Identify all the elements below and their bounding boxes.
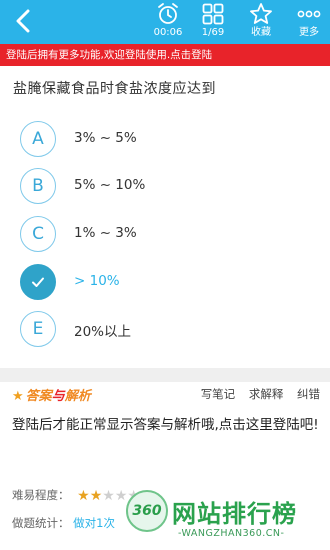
difficulty-row: 难易程度： ★★★★★ [12, 487, 140, 504]
write-note-link[interactable]: 写笔记 [201, 387, 236, 401]
option-a[interactable]: A 3% ~ 5% [20, 121, 320, 161]
star-filled-icon: ★ [77, 488, 90, 504]
back-button[interactable] [8, 6, 38, 36]
option-d[interactable]: > 10% [20, 264, 320, 304]
stats-row: 做题统计： 做对1次 [12, 515, 115, 531]
favorite-button[interactable]: 收藏 [237, 2, 285, 42]
difficulty-label: 难易程度： [12, 488, 70, 502]
watermark-title: 网站排行榜 [172, 500, 297, 528]
option-text-c: 1% ~ 3% [74, 225, 137, 241]
timer-button[interactable]: 00:06 [144, 2, 192, 42]
option-text-a: 3% ~ 5% [74, 130, 137, 146]
option-c[interactable]: C 1% ~ 3% [20, 216, 320, 256]
answer-title-part: 答案 [25, 389, 52, 404]
option-b[interactable]: B 5% ~ 10% [20, 168, 320, 208]
answer-header: ★ 答案与解析 写笔记 求解释 纠错 [0, 382, 330, 408]
star-empty-icon: ★ [102, 488, 115, 504]
stats-label: 做题统计： [12, 516, 70, 530]
login-banner[interactable]: 登陆后拥有更多功能,欢迎登陆使用.点击登陆 [0, 44, 330, 66]
option-text-b: 5% ~ 10% [74, 177, 146, 193]
section-divider [0, 368, 330, 382]
option-letter-e: E [20, 311, 56, 347]
question-index-button[interactable]: 1/69 [189, 2, 237, 42]
watermark-badge: 360 [126, 490, 168, 532]
option-text-e: 20%以上 [74, 324, 132, 340]
option-letter-b: B [20, 168, 56, 204]
star-icon [250, 3, 272, 24]
report-error-link[interactable]: 纠错 [297, 387, 320, 401]
answer-title-and: 与 [51, 389, 65, 404]
star-empty-icon: ★ [114, 488, 128, 504]
question-text: 盐腌保藏食品时食盐浓度应达到 [13, 81, 216, 97]
favorite-label: 收藏 [251, 27, 271, 38]
star-icon: ★ [12, 389, 24, 404]
option-e[interactable]: E 20%以上 [20, 311, 320, 351]
option-text-d: > 10% [74, 273, 120, 289]
more-dots-icon [297, 10, 321, 18]
chevron-left-icon [16, 9, 30, 33]
watermark-url: -WANGZHAN360.CN- [178, 528, 285, 539]
more-label: 更多 [299, 27, 319, 38]
timer-label: 00:06 [153, 27, 183, 38]
answer-login-prompt[interactable]: 登陆后才能正常显示答案与解析哦,点击这里登陆吧! [12, 414, 322, 437]
option-checked-d [20, 264, 56, 300]
answer-actions: 写笔记 求解释 纠错 [191, 386, 320, 402]
page-counter: 1/69 [201, 27, 225, 38]
option-letter-a: A [20, 121, 56, 157]
top-toolbar: 00:06 1/69 收藏 更多 [0, 0, 330, 44]
checkmark-icon [32, 277, 44, 287]
star-filled-icon: ★ [89, 488, 103, 504]
analysis-title-part: 解析 [64, 389, 91, 404]
alarm-clock-icon [158, 3, 178, 24]
option-letter-c: C [20, 216, 56, 252]
stats-value: 做对1次 [73, 516, 115, 530]
more-button[interactable]: 更多 [285, 2, 330, 42]
ask-explanation-link[interactable]: 求解释 [249, 387, 284, 401]
grid-icon [202, 3, 224, 25]
answer-analysis-title: ★ 答案与解析 [12, 385, 91, 404]
